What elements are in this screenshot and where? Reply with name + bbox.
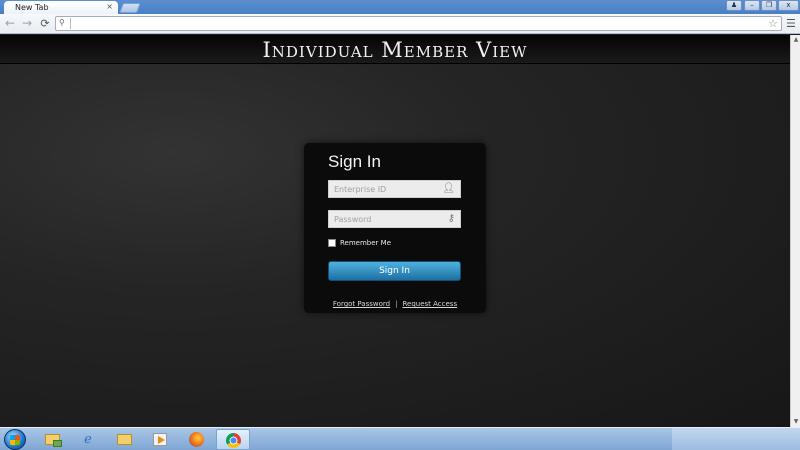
password-field[interactable]: ⚷ <box>328 210 461 228</box>
minimize-button[interactable]: – <box>744 0 760 11</box>
link-separator: | <box>395 300 398 308</box>
folder-icon <box>116 434 132 445</box>
star-icon[interactable]: ☆ <box>768 17 778 30</box>
maximize-button[interactable]: ❐ <box>761 0 777 11</box>
remember-me-label: Remember Me <box>340 239 391 247</box>
key-icon: ⚷ <box>447 213 455 224</box>
request-access-link[interactable]: Request Access <box>402 300 457 308</box>
close-window-button[interactable]: x <box>778 0 799 11</box>
windows-logo-icon <box>10 435 20 445</box>
forward-icon[interactable]: → <box>20 16 34 31</box>
notification-area[interactable] <box>672 428 800 450</box>
page-content: Individual Member View Sign In 👤︎ ⚷ Reme… <box>0 35 790 427</box>
scroll-down-icon[interactable]: ▼ <box>791 417 800 427</box>
page-title: Individual Member View <box>262 38 528 62</box>
enterprise-id-input[interactable] <box>329 181 441 197</box>
taskbar: ℯ <box>0 427 800 450</box>
taskbar-internet-explorer[interactable]: ℯ <box>72 429 104 450</box>
media-player-icon <box>153 433 167 446</box>
chrome-icon <box>225 433 241 448</box>
windows-explorer-icon <box>44 434 62 447</box>
browser-tabstrip: New Tab × ♟ – ❐ x <box>0 0 800 14</box>
remember-me-checkbox[interactable] <box>328 239 336 247</box>
sign-in-button[interactable]: Sign In <box>328 261 461 281</box>
forgot-password-link[interactable]: Forgot Password <box>333 300 390 308</box>
address-divider <box>70 18 71 29</box>
taskbar-firefox[interactable] <box>180 429 212 450</box>
scroll-up-icon[interactable]: ▲ <box>791 35 800 45</box>
enterprise-id-field[interactable]: 👤︎ <box>328 180 461 198</box>
password-input[interactable] <box>329 211 441 227</box>
login-links: Forgot Password | Request Access <box>304 300 486 308</box>
user-icon: 👤︎ <box>442 183 455 194</box>
vertical-scrollbar[interactable]: ▲ ▼ <box>790 35 800 427</box>
login-heading: Sign In <box>328 152 381 171</box>
back-icon[interactable]: ← <box>3 16 17 31</box>
internet-explorer-icon: ℯ <box>84 432 92 447</box>
taskbar-chrome[interactable] <box>216 429 250 450</box>
tab-close-icon[interactable]: × <box>106 2 113 11</box>
browser-toolbar: ← → ⟳ ⚲ ☆ ☰ <box>0 14 800 34</box>
taskbar-file-explorer[interactable] <box>108 429 140 450</box>
tab-title: New Tab <box>15 3 49 12</box>
taskbar-media-player[interactable] <box>144 429 176 450</box>
hamburger-menu-icon[interactable]: ☰ <box>786 17 796 30</box>
login-panel: Sign In 👤︎ ⚷ Remember Me Sign In Forgot … <box>304 143 486 313</box>
taskbar-windows-explorer[interactable] <box>36 429 68 450</box>
reload-icon[interactable]: ⟳ <box>38 16 52 31</box>
site-header: Individual Member View <box>0 35 790 64</box>
new-tab-button[interactable] <box>119 3 141 13</box>
profile-icon[interactable]: ♟ <box>726 0 742 11</box>
remember-me[interactable]: Remember Me <box>328 239 391 247</box>
search-icon: ⚲ <box>59 18 65 27</box>
address-bar[interactable]: ⚲ ☆ <box>55 16 782 31</box>
start-button[interactable] <box>4 429 26 450</box>
tab-new-tab[interactable]: New Tab × <box>4 1 118 14</box>
firefox-icon <box>188 432 204 447</box>
